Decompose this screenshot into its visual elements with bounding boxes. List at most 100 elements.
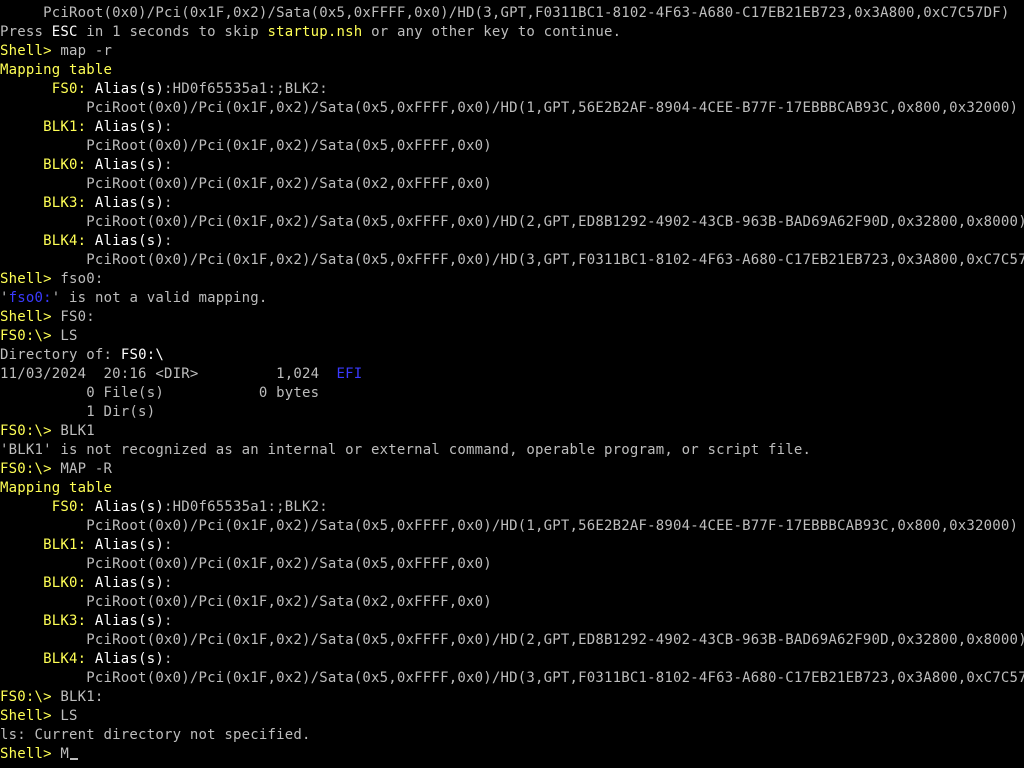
console-text: Alias(s) bbox=[94, 81, 164, 97]
console-text: FS0:\> bbox=[0, 423, 61, 439]
console-text: PciRoot(0x0)/Pci(0x1F,0x2)/Sata(0x5,0xFF… bbox=[0, 518, 1019, 534]
console-text: PciRoot(0x0)/Pci(0x1F,0x2)/Sata(0x2,0xFF… bbox=[0, 176, 492, 192]
console-text: PciRoot(0x0)/Pci(0x1F,0x2)/Sata(0x5,0xFF… bbox=[0, 100, 1019, 116]
console-text: FS0: bbox=[0, 499, 95, 515]
console-text: FS0: bbox=[60, 309, 95, 325]
console-text: BLK3: bbox=[0, 195, 95, 211]
console-line: Directory of: FS0:\ bbox=[0, 346, 1024, 365]
console-line: Shell> map -r bbox=[0, 42, 1024, 61]
console-text: ' bbox=[0, 290, 9, 306]
console-text: PciRoot(0x0)/Pci(0x1F,0x2)/Sata(0x5,0xFF… bbox=[0, 632, 1024, 648]
console-line: 'BLK1' is not recognized as an internal … bbox=[0, 441, 1024, 460]
console-line: PciRoot(0x0)/Pci(0x1F,0x2)/Sata(0x5,0xFF… bbox=[0, 99, 1024, 118]
console-text: 'BLK1' is not recognized as an internal … bbox=[0, 442, 812, 458]
console-text: Alias(s) bbox=[94, 613, 164, 629]
console-text: BLK4: bbox=[0, 651, 95, 667]
console-text: Press bbox=[0, 24, 52, 40]
console-text: Alias(s) bbox=[94, 499, 164, 515]
prompt-input-line[interactable]: Shell> M bbox=[0, 745, 1024, 764]
console-line: PciRoot(0x0)/Pci(0x1F,0x2)/Sata(0x5,0xFF… bbox=[0, 517, 1024, 536]
console-text: Alias(s) bbox=[94, 195, 164, 211]
console-text: Directory of: bbox=[0, 347, 121, 363]
console-text: FS0:\> bbox=[0, 689, 61, 705]
console-text: FS0:\> bbox=[0, 328, 61, 344]
console-text: PciRoot(0x0)/Pci(0x1F,0x2)/Sata(0x2,0xFF… bbox=[0, 594, 492, 610]
console-text: 1 Dir(s) bbox=[0, 404, 156, 420]
console-text: MAP -R bbox=[60, 461, 113, 477]
console-line: BLK3: Alias(s): bbox=[0, 612, 1024, 631]
uefi-shell-console[interactable]: PciRoot(0x0)/Pci(0x1F,0x2)/Sata(0x5,0xFF… bbox=[0, 4, 1024, 768]
console-text: PciRoot(0x0)/Pci(0x1F,0x2)/Sata(0x5,0xFF… bbox=[0, 252, 1024, 268]
text-cursor bbox=[70, 758, 79, 760]
console-text: Alias(s) bbox=[94, 651, 164, 667]
console-text: BLK0: bbox=[0, 575, 95, 591]
console-text: Alias(s) bbox=[94, 537, 164, 553]
console-text: or any other key to continue. bbox=[362, 24, 622, 40]
console-text: EFI bbox=[336, 366, 363, 382]
console-line: PciRoot(0x0)/Pci(0x1F,0x2)/Sata(0x5,0xFF… bbox=[0, 4, 1024, 23]
console-text: ls: Current directory not specified. bbox=[0, 727, 311, 743]
console-text: BLK3: bbox=[0, 613, 95, 629]
console-text: Alias(s) bbox=[94, 575, 164, 591]
console-text: Mapping table bbox=[0, 480, 113, 496]
console-text: : bbox=[163, 119, 173, 135]
console-line: Shell> LS bbox=[0, 707, 1024, 726]
console-line: BLK0: Alias(s): bbox=[0, 574, 1024, 593]
console-text: : bbox=[163, 537, 173, 553]
console-line: FS0: Alias(s):HD0f65535a1:;BLK2: bbox=[0, 498, 1024, 517]
console-line: BLK1: Alias(s): bbox=[0, 118, 1024, 137]
console-text: PciRoot(0x0)/Pci(0x1F,0x2)/Sata(0x5,0xFF… bbox=[0, 556, 492, 572]
console-line: 11/03/2024 20:16 <DIR> 1,024 EFI bbox=[0, 365, 1024, 384]
console-text: fso0: bbox=[8, 290, 52, 306]
console-line: BLK4: Alias(s): bbox=[0, 650, 1024, 669]
console-line: PciRoot(0x0)/Pci(0x1F,0x2)/Sata(0x5,0xFF… bbox=[0, 631, 1024, 650]
console-text: Alias(s) bbox=[94, 119, 164, 135]
console-text: : bbox=[163, 613, 173, 629]
console-line: 'fso0:' is not a valid mapping. bbox=[0, 289, 1024, 308]
console-line: PciRoot(0x0)/Pci(0x1F,0x2)/Sata(0x2,0xFF… bbox=[0, 593, 1024, 612]
console-text: in 1 seconds to skip bbox=[77, 24, 268, 40]
console-text: BLK1: bbox=[0, 119, 95, 135]
console-text: Shell> bbox=[0, 43, 61, 59]
console-text: FS0:\> bbox=[0, 461, 61, 477]
console-line: FS0:\> BLK1: bbox=[0, 688, 1024, 707]
console-line: 1 Dir(s) bbox=[0, 403, 1024, 422]
console-line: 0 File(s) 0 bytes bbox=[0, 384, 1024, 403]
console-text: Alias(s) bbox=[94, 157, 164, 173]
console-text: 0 File(s) 0 bytes bbox=[0, 385, 320, 401]
console-text: Alias(s) bbox=[94, 233, 164, 249]
console-text: Mapping table bbox=[0, 62, 113, 78]
console-text: : bbox=[163, 575, 173, 591]
console-line: PciRoot(0x0)/Pci(0x1F,0x2)/Sata(0x5,0xFF… bbox=[0, 137, 1024, 156]
console-line: FS0:\> LS bbox=[0, 327, 1024, 346]
console-line: Shell> fso0: bbox=[0, 270, 1024, 289]
console-text: LS bbox=[60, 328, 78, 344]
console-text: BLK1: bbox=[60, 689, 104, 705]
console-text: PciRoot(0x0)/Pci(0x1F,0x2)/Sata(0x5,0xFF… bbox=[0, 138, 492, 154]
console-line: Press ESC in 1 seconds to skip startup.n… bbox=[0, 23, 1024, 42]
console-text: FS0:\ bbox=[120, 347, 164, 363]
console-text: : bbox=[163, 157, 173, 173]
console-text: 11/03/2024 20:16 <DIR> 1,024 bbox=[0, 366, 337, 382]
console-line: Shell> FS0: bbox=[0, 308, 1024, 327]
console-line: BLK1: Alias(s): bbox=[0, 536, 1024, 555]
console-line: PciRoot(0x0)/Pci(0x1F,0x2)/Sata(0x5,0xFF… bbox=[0, 251, 1024, 270]
console-line: BLK0: Alias(s): bbox=[0, 156, 1024, 175]
console-line: Mapping table bbox=[0, 61, 1024, 80]
console-text: PciRoot(0x0)/Pci(0x1F,0x2)/Sata(0x5,0xFF… bbox=[0, 670, 1024, 686]
console-text: map -r bbox=[60, 43, 113, 59]
console-line: PciRoot(0x0)/Pci(0x1F,0x2)/Sata(0x5,0xFF… bbox=[0, 555, 1024, 574]
console-text: Shell> bbox=[0, 271, 61, 287]
console-text: M bbox=[60, 746, 70, 762]
console-text: ESC bbox=[51, 24, 78, 40]
console-text: BLK1: bbox=[0, 537, 95, 553]
console-text: : bbox=[163, 651, 173, 667]
console-text: Shell> bbox=[0, 309, 61, 325]
console-text: : bbox=[163, 195, 173, 211]
console-text: startup.nsh bbox=[267, 24, 363, 40]
console-line: FS0:\> BLK1 bbox=[0, 422, 1024, 441]
console-text: LS bbox=[60, 708, 78, 724]
console-line: ls: Current directory not specified. bbox=[0, 726, 1024, 745]
console-line: BLK4: Alias(s): bbox=[0, 232, 1024, 251]
console-line: PciRoot(0x0)/Pci(0x1F,0x2)/Sata(0x2,0xFF… bbox=[0, 175, 1024, 194]
